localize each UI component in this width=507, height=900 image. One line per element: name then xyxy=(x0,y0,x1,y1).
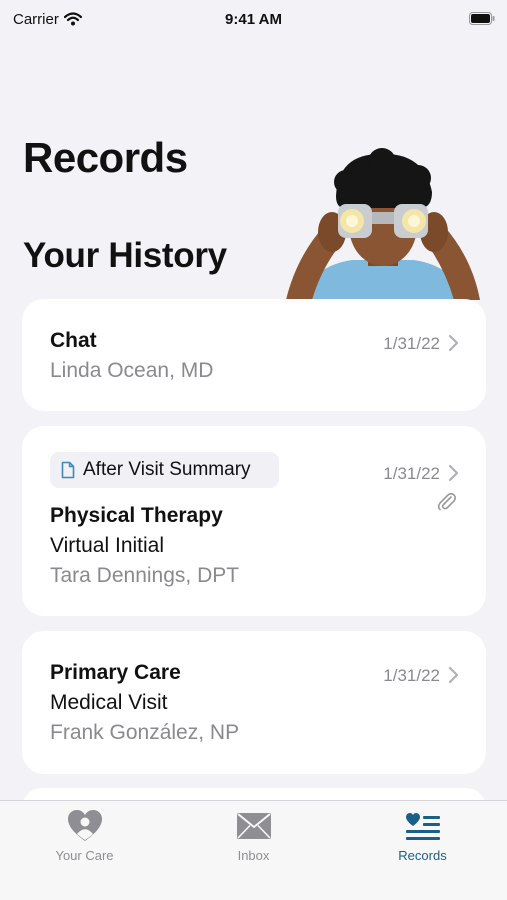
tab-label: Inbox xyxy=(237,848,270,863)
record-provider: Linda Ocean, MD xyxy=(50,359,214,382)
page-title: Records xyxy=(23,134,188,181)
document-icon xyxy=(61,461,75,479)
tab-label: Your Care xyxy=(55,848,114,863)
after-visit-summary-badge[interactable]: After Visit Summary xyxy=(50,452,279,488)
badge-label: After Visit Summary xyxy=(83,459,251,480)
paperclip-icon xyxy=(437,492,456,511)
record-provider: Tara Dennings, DPT xyxy=(50,564,240,587)
record-subtitle: Virtual Initial xyxy=(50,534,165,557)
status-bar: Carrier 9:41 AM xyxy=(0,0,507,40)
chevron-right-icon xyxy=(448,464,459,482)
status-time: 9:41 AM xyxy=(225,11,282,28)
record-subtitle: Medical Visit xyxy=(50,691,168,714)
tab-inbox[interactable]: Inbox xyxy=(169,801,338,900)
record-card-chat[interactable]: Chat Linda Ocean, MD 1/31/22 xyxy=(22,299,486,411)
chevron-right-icon xyxy=(448,334,459,352)
section-title: Your History xyxy=(23,236,227,275)
envelope-icon xyxy=(236,813,271,839)
tab-label: Records xyxy=(398,848,447,863)
record-title: Primary Care xyxy=(50,661,181,684)
record-title: Chat xyxy=(50,329,97,352)
tab-your-care[interactable]: Your Care xyxy=(0,801,169,900)
record-card-physical-therapy[interactable]: After Visit Summary 1/31/22 Physical The… xyxy=(22,426,486,616)
heart-list-icon xyxy=(405,813,440,840)
chevron-right-icon xyxy=(448,666,459,684)
record-card-primary-care[interactable]: Primary Care Medical Visit Frank Gonzále… xyxy=(22,631,486,774)
battery-icon xyxy=(469,12,495,25)
tab-records[interactable]: Records xyxy=(338,801,507,900)
record-provider: Frank González, NP xyxy=(50,721,240,744)
record-date: 1/31/22 xyxy=(383,464,440,483)
tab-bar: Your Care Inbox Records xyxy=(0,800,507,900)
binoculars-illustration xyxy=(286,148,480,300)
heart-person-icon xyxy=(67,810,102,841)
record-date: 1/31/22 xyxy=(383,666,440,685)
record-date: 1/31/22 xyxy=(383,334,440,353)
record-title: Physical Therapy xyxy=(50,504,223,527)
